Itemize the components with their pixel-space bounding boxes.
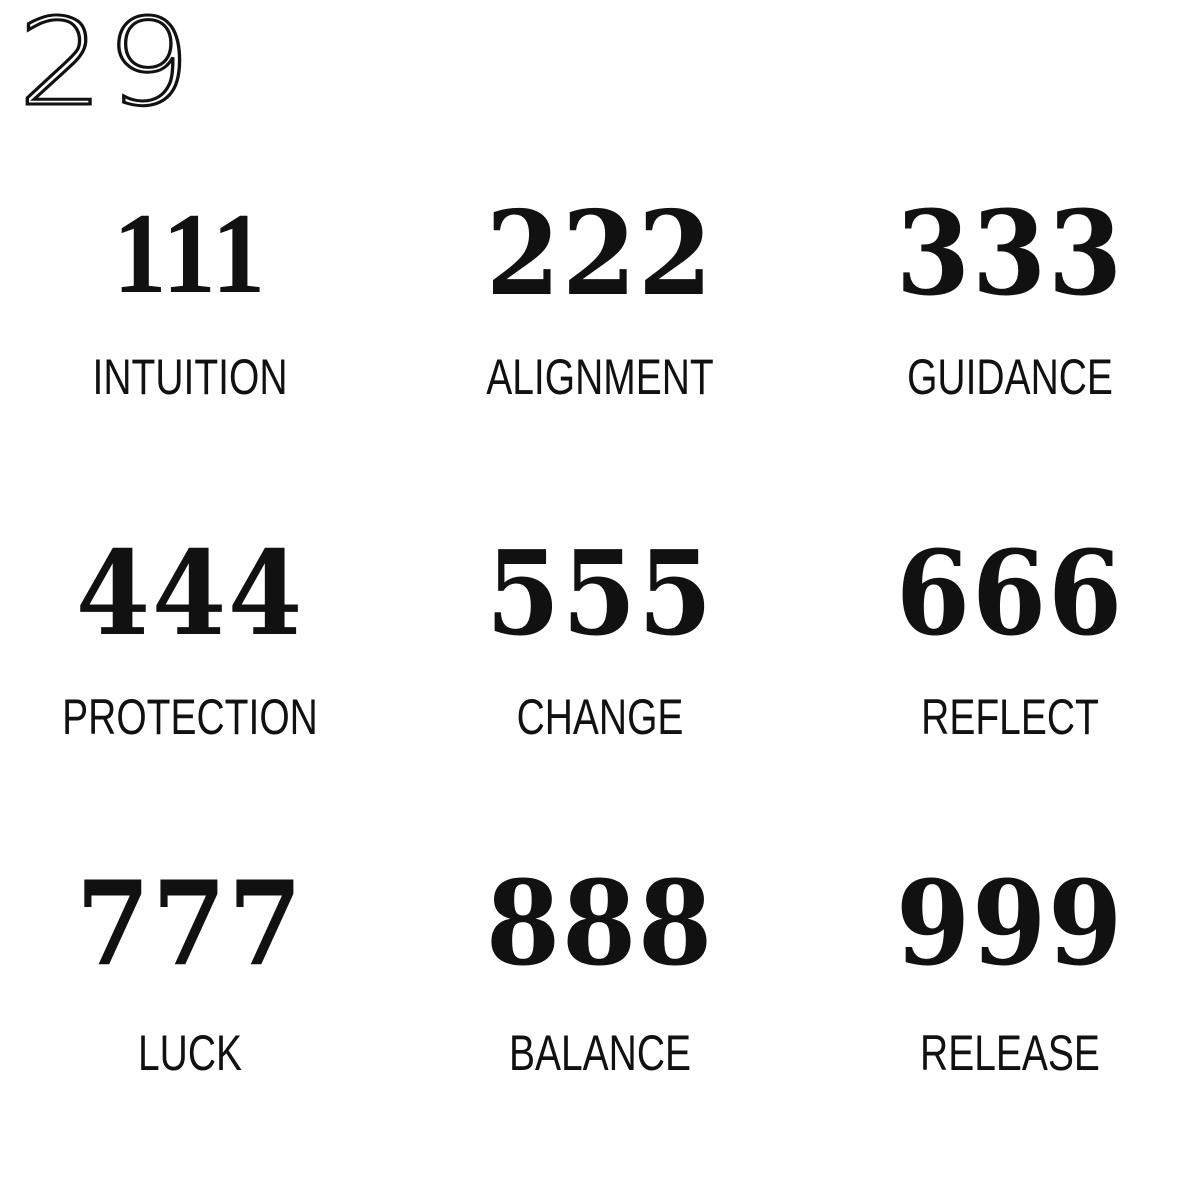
grid-cell-555: 555 CHANGE xyxy=(400,536,800,742)
grid-cell-444: 444 PROTECTION xyxy=(0,536,390,742)
number-meaning: BALANCE xyxy=(508,1025,692,1081)
angel-number: 222 xyxy=(485,186,715,322)
number-meaning: INTUITION xyxy=(92,349,288,405)
number-meaning: REFLECT xyxy=(921,689,1099,745)
angel-number: 999 xyxy=(895,856,1125,992)
angel-number: 888 xyxy=(485,856,715,992)
grid-cell-666: 666 REFLECT xyxy=(810,536,1200,742)
number-meaning: CHANGE xyxy=(516,689,684,745)
grid-cell-333: 333 GUIDANCE xyxy=(810,196,1200,402)
angel-number: 777 xyxy=(75,856,305,992)
grid-cell-999: 999 RELEASE xyxy=(810,866,1200,1078)
angel-number: 111 xyxy=(113,190,267,318)
angel-number: 333 xyxy=(895,186,1125,322)
number-meaning: RELEASE xyxy=(920,1025,1100,1081)
grid-cell-222: 222 ALIGNMENT xyxy=(400,196,800,402)
angel-number: 555 xyxy=(485,526,715,662)
number-meaning: PROTECTION xyxy=(62,689,318,745)
number-meaning: ALIGNMENT xyxy=(486,349,714,405)
angel-number: 666 xyxy=(895,526,1125,662)
grid-cell-888: 888 BALANCE xyxy=(400,866,800,1078)
angel-number-grid: 111 INTUITION 222 ALIGNMENT 333 GUIDANCE… xyxy=(0,0,1200,1200)
grid-cell-777: 777 LUCK xyxy=(0,866,390,1078)
angel-number: 444 xyxy=(75,526,305,662)
number-meaning: GUIDANCE xyxy=(907,349,1113,405)
number-meaning: LUCK xyxy=(137,1025,243,1081)
grid-cell-111: 111 INTUITION xyxy=(0,196,390,402)
